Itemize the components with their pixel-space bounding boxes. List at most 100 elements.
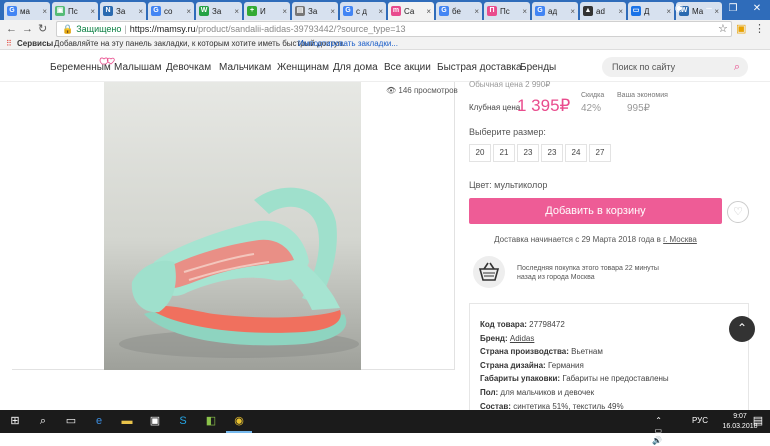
regular-price: Обычная цена 2 990₽ <box>469 80 551 89</box>
site-search-input[interactable]: Поиск по сайту ⌕ <box>602 57 748 77</box>
tab-close-icon[interactable]: × <box>474 7 479 16</box>
add-to-cart-button[interactable]: Добавить в корзину <box>469 198 722 224</box>
size-option-button[interactable]: 23 <box>541 144 563 162</box>
task-view-icon[interactable]: ▭ <box>58 410 84 433</box>
detail-key: Страна производства: <box>480 347 569 357</box>
browser-tab-strip: Gма × ▣ Пс × N За × Gco × W За × + И × ▤ За × Gс д × m Са × Gбе ×… <box>0 0 770 20</box>
delivery-text: Доставка начинается с 29 Марта 2018 года… <box>494 235 661 244</box>
tab-close-icon[interactable]: × <box>90 7 95 16</box>
tab-label: Д <box>644 6 650 16</box>
tab-favicon-icon: G <box>151 6 161 16</box>
detail-key: Пол: <box>480 388 499 397</box>
bookmark-star-icon[interactable]: ☆ <box>718 22 728 36</box>
extension-icon[interactable]: ▣ <box>736 22 746 36</box>
browser-tab[interactable]: + И × <box>244 2 290 20</box>
taskbar-search-icon[interactable]: ⌕ <box>30 410 56 433</box>
browser-tab[interactable]: W За × <box>196 2 242 20</box>
sandal-illustration <box>119 187 359 358</box>
size-option-button[interactable]: 27 <box>589 144 611 162</box>
tray-icons[interactable]: ⌃ ▭ 🔊 <box>652 416 662 446</box>
savings-value: 995₽ <box>627 103 651 114</box>
browser-tab[interactable]: П Пс × <box>484 2 530 20</box>
secure-label: Защищено <box>76 24 122 34</box>
browser-tab[interactable]: N За × <box>100 2 146 20</box>
nav-item[interactable]: Беременным <box>50 62 111 73</box>
view-count: 👁 146 просмотров <box>386 86 458 95</box>
chrome-taskbar-icon[interactable]: ◉ <box>226 410 252 433</box>
notifications-icon[interactable]: ▤ <box>748 410 768 433</box>
size-option-button[interactable]: 21 <box>493 144 515 162</box>
tab-label: ма <box>20 6 30 16</box>
import-bookmarks-link[interactable]: Импортировать закладки... <box>298 38 398 49</box>
detail-row: Габариты упаковки: Габариты не предостав… <box>480 374 669 383</box>
product-photo[interactable] <box>104 82 361 370</box>
detail-row: Пол: для мальчиков и девочек <box>480 388 594 397</box>
tab-label: Пс <box>500 6 510 16</box>
browser-tab[interactable]: Gад × <box>532 2 578 20</box>
reload-button[interactable]: ↻ <box>38 22 47 36</box>
scroll-to-top-button[interactable]: ⌃ <box>729 316 755 342</box>
tab-label: с д <box>356 6 367 16</box>
search-icon[interactable]: ⌕ <box>734 57 740 77</box>
language-indicator[interactable]: РУС <box>692 416 708 426</box>
nav-item[interactable]: Быстрая доставка <box>437 62 522 73</box>
nav-item[interactable]: Мальчикам <box>219 62 271 73</box>
nav-item[interactable]: Для дома <box>333 62 378 73</box>
apps-label[interactable]: Сервисы <box>17 38 53 49</box>
address-bar[interactable]: 🔒 Защищено | https://mamsy.ru /product/s… <box>56 21 732 37</box>
close-window-button[interactable]: ✕ <box>742 0 770 20</box>
tab-close-icon[interactable]: × <box>42 7 47 16</box>
back-button[interactable]: ← <box>6 22 17 36</box>
tab-label: За <box>308 6 318 16</box>
store-icon[interactable]: ▣ <box>142 410 168 433</box>
browser-tab[interactable]: m Са × <box>388 2 434 20</box>
tab-close-icon[interactable]: × <box>282 7 287 16</box>
tab-favicon-icon: П <box>487 6 497 16</box>
tab-close-icon[interactable]: × <box>234 7 239 16</box>
tab-label: И <box>260 6 266 16</box>
app-icon[interactable]: ◧ <box>198 410 224 433</box>
tab-close-icon[interactable]: × <box>378 7 383 16</box>
start-icon[interactable]: ⊞ <box>2 410 28 433</box>
nav-item[interactable]: Малышам <box>114 62 162 73</box>
url-separator: | <box>124 24 127 34</box>
nav-item[interactable]: Девочкам <box>166 62 211 73</box>
browser-tab[interactable]: Gс д × <box>340 2 386 20</box>
browser-tab[interactable]: Gма × <box>4 2 50 20</box>
tab-close-icon[interactable]: × <box>522 7 527 16</box>
brand-link[interactable]: Adidas <box>510 334 534 343</box>
profile-icon[interactable]: ◉ <box>664 0 694 20</box>
size-option-button[interactable]: 20 <box>469 144 491 162</box>
file-explorer-icon[interactable]: ▬ <box>114 410 140 433</box>
wishlist-heart-icon[interactable]: ♡ <box>727 201 749 223</box>
tab-close-icon[interactable]: × <box>570 7 575 16</box>
browser-tab[interactable]: ▣ Пс × <box>52 2 98 20</box>
size-option-button[interactable]: 24 <box>565 144 587 162</box>
tab-close-icon[interactable]: × <box>330 7 335 16</box>
nav-item[interactable]: Бренды <box>520 62 556 73</box>
nav-item[interactable]: Женщинам <box>277 62 329 73</box>
browser-tab[interactable]: ▤ За × <box>292 2 338 20</box>
detail-key: Код товара: <box>480 320 527 329</box>
skype-icon[interactable]: S <box>170 410 196 433</box>
delivery-city-link[interactable]: г. Москва <box>663 235 697 244</box>
nav-item[interactable]: Все акции <box>384 62 431 73</box>
menu-icon[interactable]: ⋮ <box>754 22 765 36</box>
tab-close-icon[interactable]: × <box>618 7 623 16</box>
browser-tab[interactable]: ▲ ad × <box>580 2 626 20</box>
tab-label: ад <box>548 6 558 16</box>
forward-button[interactable]: → <box>22 22 33 36</box>
detail-row: Код товара: 27798472 <box>480 320 565 329</box>
browser-tab[interactable]: Gco × <box>148 2 194 20</box>
size-option-button[interactable]: 23 <box>517 144 539 162</box>
tab-close-icon[interactable]: × <box>186 7 191 16</box>
browser-tab[interactable]: Gбе × <box>436 2 482 20</box>
detail-row: Страна дизайна: Германия <box>480 361 584 370</box>
tab-label: co <box>164 6 173 16</box>
delivery-info: Доставка начинается с 29 Марта 2018 года… <box>469 235 722 244</box>
edge-icon[interactable]: e <box>86 410 112 433</box>
apps-icon[interactable]: ⠿ <box>6 38 12 49</box>
tab-close-icon[interactable]: × <box>138 7 143 16</box>
detail-value: Вьетнам <box>571 347 603 357</box>
tab-close-icon[interactable]: × <box>426 7 431 16</box>
